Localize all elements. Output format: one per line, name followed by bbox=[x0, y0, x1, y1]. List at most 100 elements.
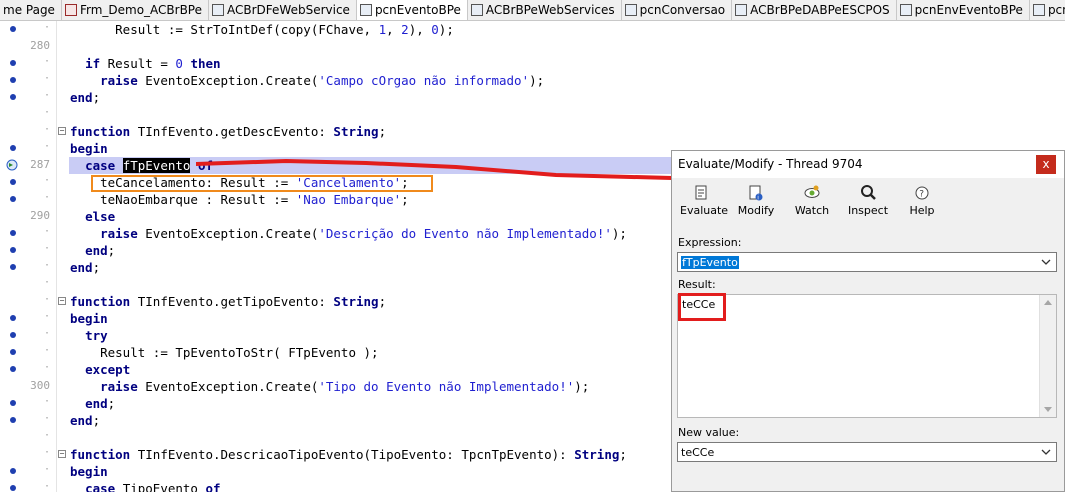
code-token: 0 bbox=[431, 22, 439, 37]
tab-0[interactable]: me Page bbox=[0, 0, 62, 20]
code-token: begin bbox=[70, 464, 108, 479]
code-line: · Result := StrToIntDef(copy(FChave, 1, … bbox=[0, 21, 710, 38]
execution-point-icon[interactable] bbox=[6, 159, 18, 171]
evaluate-modify-dialog: Evaluate/Modify - Thread 9704 x Evaluate… bbox=[671, 150, 1065, 492]
code-token: if bbox=[85, 56, 101, 71]
tab-1[interactable]: Frm_Demo_ACBrBPe bbox=[62, 0, 209, 20]
help-button[interactable]: ? Help bbox=[906, 184, 938, 217]
new-value-combobox[interactable]: teCCe bbox=[677, 442, 1057, 462]
breakpoint-marker-icon[interactable] bbox=[10, 230, 16, 236]
code-token: then bbox=[190, 56, 221, 71]
chevron-down-icon[interactable] bbox=[1040, 256, 1052, 268]
tab-3[interactable]: pcnEventoBPe bbox=[356, 0, 468, 20]
code-line: · teNaoEmbarque : Result := 'Nao Embarqu… bbox=[0, 191, 710, 208]
breakpoint-marker-icon[interactable] bbox=[10, 417, 16, 423]
code-text[interactable]: end; bbox=[70, 259, 100, 276]
code-text[interactable]: Result := TpEventoToStr( FTpEvento ); bbox=[70, 344, 379, 361]
code-text[interactable]: case TipoEvento of bbox=[70, 480, 221, 492]
expression-combobox[interactable]: fTpEvento bbox=[677, 252, 1057, 272]
breakpoint-marker-icon[interactable] bbox=[10, 77, 16, 83]
code-token: Result := TpEventoToStr( FTpEvento ); bbox=[100, 345, 379, 360]
code-text[interactable]: function TInfEvento.getTipoEvento: Strin… bbox=[70, 293, 386, 310]
breakpoint-marker-icon[interactable] bbox=[10, 349, 16, 355]
breakpoint-marker-icon[interactable] bbox=[10, 366, 16, 372]
code-token: String bbox=[333, 294, 379, 309]
breakpoint-marker-icon[interactable] bbox=[10, 264, 16, 270]
line-number: 300 bbox=[30, 379, 50, 392]
code-text[interactable]: Result := StrToIntDef(copy(FChave, 1, 2)… bbox=[70, 21, 454, 38]
line-tick: · bbox=[44, 277, 51, 288]
unit-file-icon bbox=[470, 4, 483, 16]
tab-8[interactable]: pcnRetDistDFeInt bbox=[1030, 0, 1065, 20]
code-text[interactable]: begin bbox=[70, 140, 108, 157]
code-token: ; bbox=[92, 90, 101, 105]
breakpoint-marker-icon[interactable] bbox=[10, 145, 16, 151]
tab-7[interactable]: pcnEnvEventoBPe bbox=[897, 0, 1030, 20]
code-text[interactable]: raise EventoException.Create('Campo cOrg… bbox=[70, 72, 544, 89]
code-text[interactable]: case fTpEvento of bbox=[70, 157, 213, 174]
code-text[interactable]: if Result = 0 then bbox=[70, 55, 221, 72]
code-line: · − function TInfEvento.getDescEvento: Str… bbox=[0, 123, 710, 140]
code-text[interactable]: teNaoEmbarque : Result := 'Nao Embarque'… bbox=[70, 191, 409, 208]
breakpoint-marker-icon[interactable] bbox=[10, 26, 16, 32]
result-box[interactable]: teCCe bbox=[677, 293, 1057, 418]
breakpoint-marker-icon[interactable] bbox=[10, 196, 16, 202]
fold-toggle-icon[interactable]: − bbox=[58, 450, 66, 458]
code-text[interactable]: function TInfEvento.getDescEvento: Strin… bbox=[70, 123, 386, 140]
code-text[interactable]: raise EventoException.Create('Tipo do Ev… bbox=[70, 378, 589, 395]
code-text[interactable]: begin bbox=[70, 463, 108, 480]
unit-file-icon bbox=[1032, 4, 1045, 16]
code-text[interactable]: try bbox=[70, 327, 108, 344]
code-text[interactable]: else bbox=[70, 208, 115, 225]
chevron-down-icon[interactable] bbox=[1040, 446, 1052, 458]
tab-4[interactable]: ACBrBPeWebServices bbox=[468, 0, 622, 20]
expression-value: fTpEvento bbox=[681, 256, 739, 269]
close-button[interactable]: x bbox=[1036, 155, 1056, 174]
tab-6[interactable]: ACBrBPeDABPeESCPOS bbox=[732, 0, 897, 20]
result-scrollbar[interactable] bbox=[1039, 295, 1056, 417]
code-token: of bbox=[205, 481, 221, 492]
code-token: ; bbox=[107, 396, 116, 411]
breakpoint-marker-icon[interactable] bbox=[10, 315, 16, 321]
breakpoint-marker-icon[interactable] bbox=[10, 332, 16, 338]
code-text[interactable]: begin bbox=[70, 310, 108, 327]
line-tick: · bbox=[44, 22, 51, 33]
code-token: except bbox=[85, 362, 131, 377]
code-token: ); bbox=[611, 226, 627, 241]
code-editor[interactable]: · Result := StrToIntDef(copy(FChave, 1, … bbox=[0, 21, 710, 492]
line-tick: · bbox=[44, 413, 51, 424]
breakpoint-marker-icon[interactable] bbox=[10, 179, 16, 185]
inspect-label: Inspect bbox=[847, 204, 889, 217]
tab-2[interactable]: ACBrDFeWebService bbox=[209, 0, 357, 20]
code-text[interactable]: end; bbox=[70, 242, 115, 259]
fold-toggle-icon[interactable]: − bbox=[58, 127, 66, 135]
modify-button[interactable]: i Modify bbox=[736, 184, 776, 217]
code-token: ; bbox=[92, 260, 101, 275]
code-token: begin bbox=[70, 311, 108, 326]
breakpoint-marker-icon[interactable] bbox=[10, 60, 16, 66]
code-text[interactable]: end; bbox=[70, 412, 100, 429]
breakpoint-marker-icon[interactable] bbox=[10, 485, 16, 491]
breakpoint-marker-icon[interactable] bbox=[10, 468, 16, 474]
code-text[interactable]: raise EventoException.Create('Descrição … bbox=[70, 225, 627, 242]
code-token: end bbox=[70, 90, 93, 105]
inspect-button[interactable]: Inspect bbox=[846, 184, 890, 217]
code-text[interactable]: function TInfEvento.DescricaoTipoEvento(… bbox=[70, 446, 627, 463]
breakpoint-marker-icon[interactable] bbox=[10, 247, 16, 253]
breakpoint-marker-icon[interactable] bbox=[10, 400, 16, 406]
editor-tab-bar: me Page Frm_Demo_ACBrBPe ACBrDFeWebService… bbox=[0, 0, 1065, 21]
tab-5[interactable]: pcnConversao bbox=[622, 0, 733, 20]
code-text[interactable]: except bbox=[70, 361, 130, 378]
svg-text:?: ? bbox=[919, 190, 924, 200]
breakpoint-marker-icon[interactable] bbox=[10, 94, 16, 100]
fold-toggle-icon[interactable]: − bbox=[58, 297, 66, 305]
code-text[interactable]: end; bbox=[70, 395, 115, 412]
line-tick: · bbox=[44, 294, 51, 305]
watch-button[interactable]: Watch bbox=[792, 184, 832, 217]
code-text[interactable]: end; bbox=[70, 89, 100, 106]
evaluate-button[interactable]: Evaluate bbox=[680, 184, 728, 217]
code-token: EventoException.Create( bbox=[137, 379, 319, 394]
unit-file-icon bbox=[624, 4, 637, 16]
